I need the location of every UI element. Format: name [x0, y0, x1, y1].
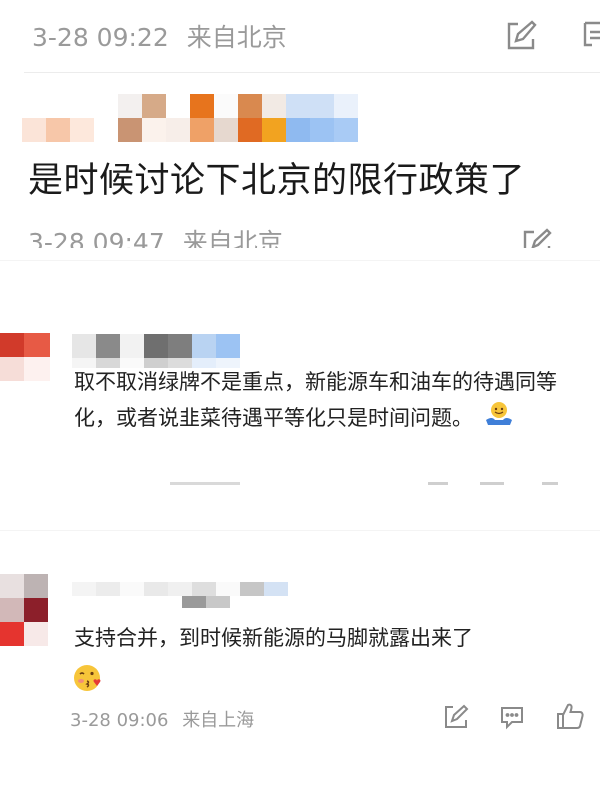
post-author-name — [22, 94, 358, 142]
comment2-source: 来自上海 — [182, 710, 255, 731]
top-source: 来自北京 — [186, 23, 287, 52]
comment1-author-name — [72, 334, 240, 358]
post-share-icon[interactable] — [522, 228, 552, 248]
comment1-text: 取不取消绿牌不是重点，新能源车和油车的待遇同等化，或者说韭菜待遇平等化只是时间问… — [74, 364, 570, 438]
comment1-avatar[interactable] — [0, 333, 50, 381]
comment2-reply-icon[interactable] — [499, 704, 525, 730]
comment2-author-name — [72, 582, 288, 596]
comment-divider — [0, 530, 600, 531]
kissing-emoji — [72, 662, 104, 698]
top-meta: 3-28 09:22 来自北京 — [32, 18, 287, 54]
comment2-author-name-lower — [182, 596, 230, 608]
post-meta: 3-28 09:47 来自北京 — [28, 226, 283, 248]
comment1-meta-fragment — [170, 482, 240, 485]
comment2-share-icon[interactable] — [443, 704, 469, 730]
post-text: 是时候讨论下北京的限行政策了 — [28, 161, 526, 201]
comment2-meta: 3-28 09:06 来自上海 — [70, 706, 254, 732]
comment-icon[interactable] — [582, 19, 600, 53]
post-source: 来自北京 — [182, 228, 283, 248]
comment2-like-icon[interactable] — [555, 701, 585, 731]
comment2-text: 支持合并，到时候新能源的马脚就露出来了 — [74, 620, 570, 656]
comment2-timestamp: 3-28 09:06 — [70, 710, 169, 731]
edit-icon[interactable] — [504, 19, 538, 53]
top-divider — [24, 72, 600, 73]
shrug-emoji — [484, 401, 514, 438]
post-divider — [0, 260, 600, 261]
top-timestamp: 3-28 09:22 — [32, 23, 169, 52]
comment2-avatar[interactable] — [0, 574, 48, 646]
comment2-body: 支持合并，到时候新能源的马脚就露出来了 — [74, 626, 473, 650]
post-timestamp: 3-28 09:47 — [28, 228, 165, 248]
comment1-action-fragments — [428, 482, 558, 485]
